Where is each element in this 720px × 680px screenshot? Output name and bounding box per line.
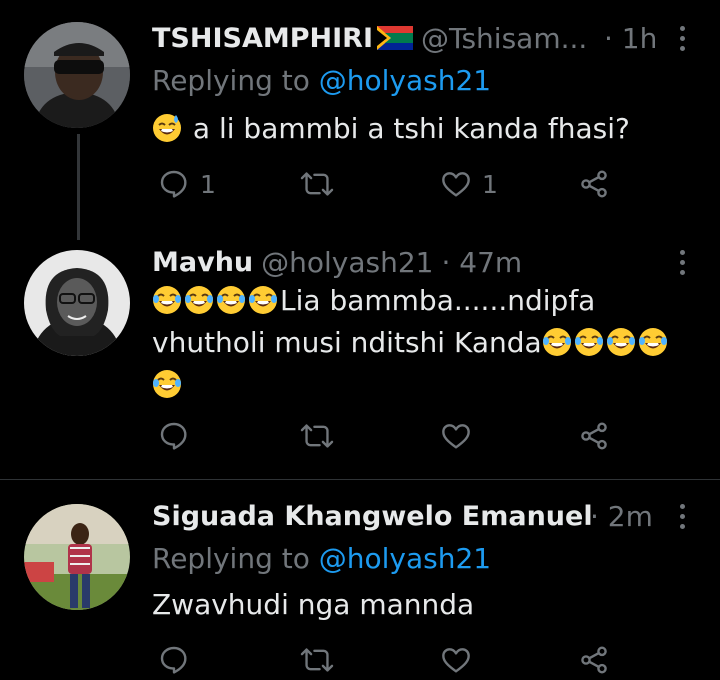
- replying-to-label: Replying to: [152, 542, 310, 575]
- display-name[interactable]: Mavhu: [152, 247, 253, 278]
- avatar[interactable]: [24, 504, 130, 610]
- tears-of-joy-emoji-icon: [637, 327, 668, 357]
- tweet-body-line-1: Lia bammba......ndipfa: [280, 284, 596, 317]
- tears-of-joy-emoji-icon: [152, 285, 182, 315]
- like-button[interactable]: [440, 420, 472, 452]
- tears-of-joy-emoji-icon: [573, 327, 604, 357]
- thread-line: [77, 134, 80, 240]
- tweet-line-2: vhutholi musi nditshi Kanda: [152, 322, 680, 364]
- avatar[interactable]: [24, 22, 130, 128]
- tweet-text: a li bammbi a tshi kanda fhasi?: [152, 108, 680, 150]
- retweet-icon: [300, 424, 334, 448]
- tweet-line-1: Lia bammba......ndipfa: [152, 280, 680, 322]
- heart-icon: [442, 172, 470, 197]
- heart-icon: [442, 424, 470, 449]
- timestamp[interactable]: · 47m: [442, 246, 523, 279]
- tweet-header: Mavhu @holyash21 · 47m: [152, 242, 720, 282]
- mention-link[interactable]: @holyash21: [319, 542, 491, 575]
- more-vertical-icon[interactable]: [678, 250, 686, 278]
- tweet-actions: [158, 420, 628, 456]
- reply-button[interactable]: [158, 644, 190, 676]
- share-button[interactable]: [578, 644, 610, 676]
- like-button[interactable]: 1: [440, 168, 498, 200]
- user-handle[interactable]: @holyash21: [261, 246, 433, 279]
- heart-icon: [442, 648, 470, 673]
- tweet-body-line-2: vhutholi musi nditshi Kanda: [152, 326, 542, 359]
- retweet-button[interactable]: [300, 420, 334, 452]
- replying-to: Replying to @holyash21: [152, 64, 491, 97]
- tweet-body: a li bammbi a tshi kanda fhasi?: [192, 112, 630, 145]
- share-icon: [581, 646, 607, 674]
- replying-to: Replying to @holyash21: [152, 542, 491, 575]
- reply-count: 1: [200, 169, 216, 199]
- retweet-button[interactable]: [300, 168, 334, 200]
- reply-button[interactable]: 1: [158, 168, 216, 200]
- more-vertical-icon[interactable]: [678, 504, 686, 532]
- tweet-1[interactable]: TSHISAMPHIRI @Tshisam... · 1h Replying t…: [0, 0, 720, 240]
- replying-to-label: Replying to: [152, 64, 310, 97]
- user-handle[interactable]: @Tshisam...: [421, 22, 587, 55]
- tweet-2[interactable]: Mavhu @holyash21 · 47m Lia bammba......n…: [0, 240, 720, 478]
- more-vertical-icon[interactable]: [678, 26, 686, 54]
- tweet-text: Lia bammba......ndipfa vhutholi musi ndi…: [152, 280, 680, 406]
- share-icon: [581, 422, 607, 450]
- tweet-line-3: [152, 364, 680, 406]
- tears-of-joy-emoji-icon: [605, 327, 636, 357]
- display-name[interactable]: TSHISAMPHIRI: [152, 23, 373, 54]
- retweet-icon: [300, 172, 334, 196]
- reply-icon: [160, 646, 187, 674]
- mention-link[interactable]: @holyash21: [319, 64, 491, 97]
- tears-of-joy-emoji-icon: [248, 285, 278, 315]
- tears-of-joy-emoji-icon: [216, 285, 246, 315]
- retweet-button[interactable]: [300, 644, 334, 676]
- tweet-text: Zwavhudi nga mannda: [152, 584, 680, 626]
- display-name[interactable]: Siguada Khangwelo Emanuel: [152, 501, 593, 532]
- reply-icon: [160, 170, 187, 198]
- share-button[interactable]: [578, 420, 610, 452]
- like-button[interactable]: [440, 644, 472, 676]
- avatar[interactable]: [24, 250, 130, 356]
- tears-of-joy-emoji-icon: [541, 327, 572, 357]
- tweet-actions: [158, 644, 628, 680]
- tweet-body: Zwavhudi nga mannda: [152, 588, 475, 621]
- tears-of-joy-emoji-icon: [152, 369, 182, 399]
- grinning-sweat-emoji-icon: [152, 113, 182, 143]
- timestamp[interactable]: · 1h: [604, 22, 657, 55]
- reply-button[interactable]: [158, 420, 190, 452]
- tweet-3[interactable]: Siguada Khangwelo Emanuel · 2m Replying …: [0, 480, 720, 674]
- tweet-actions: 1 1: [158, 168, 628, 204]
- reply-icon: [160, 422, 187, 450]
- share-icon: [581, 170, 607, 198]
- retweet-icon: [300, 648, 334, 672]
- like-count: 1: [482, 169, 498, 199]
- timestamp[interactable]: · 2m: [590, 500, 653, 533]
- tears-of-joy-emoji-icon: [184, 285, 214, 315]
- share-button[interactable]: [578, 168, 610, 200]
- south-africa-flag-icon: [376, 26, 413, 50]
